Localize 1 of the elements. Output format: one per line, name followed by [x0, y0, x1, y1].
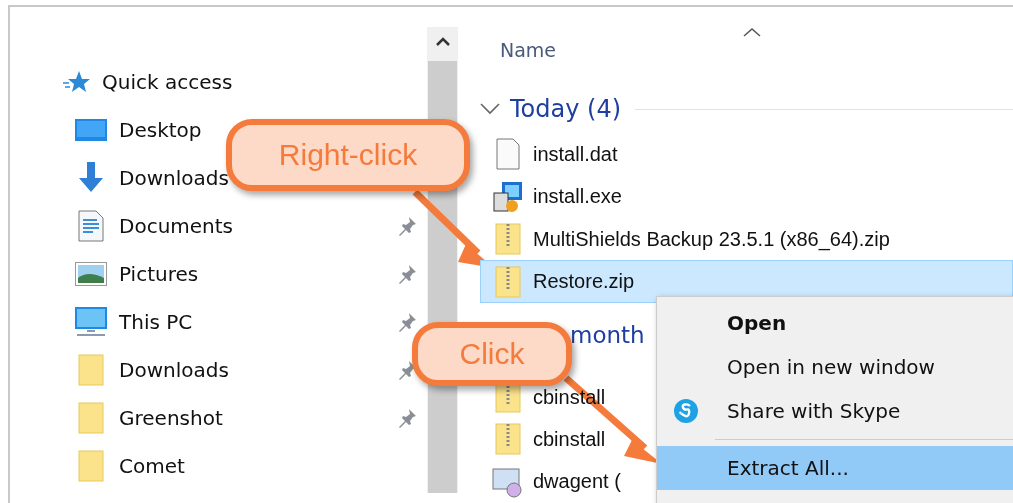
callout-tooltip: Click: [412, 322, 572, 386]
